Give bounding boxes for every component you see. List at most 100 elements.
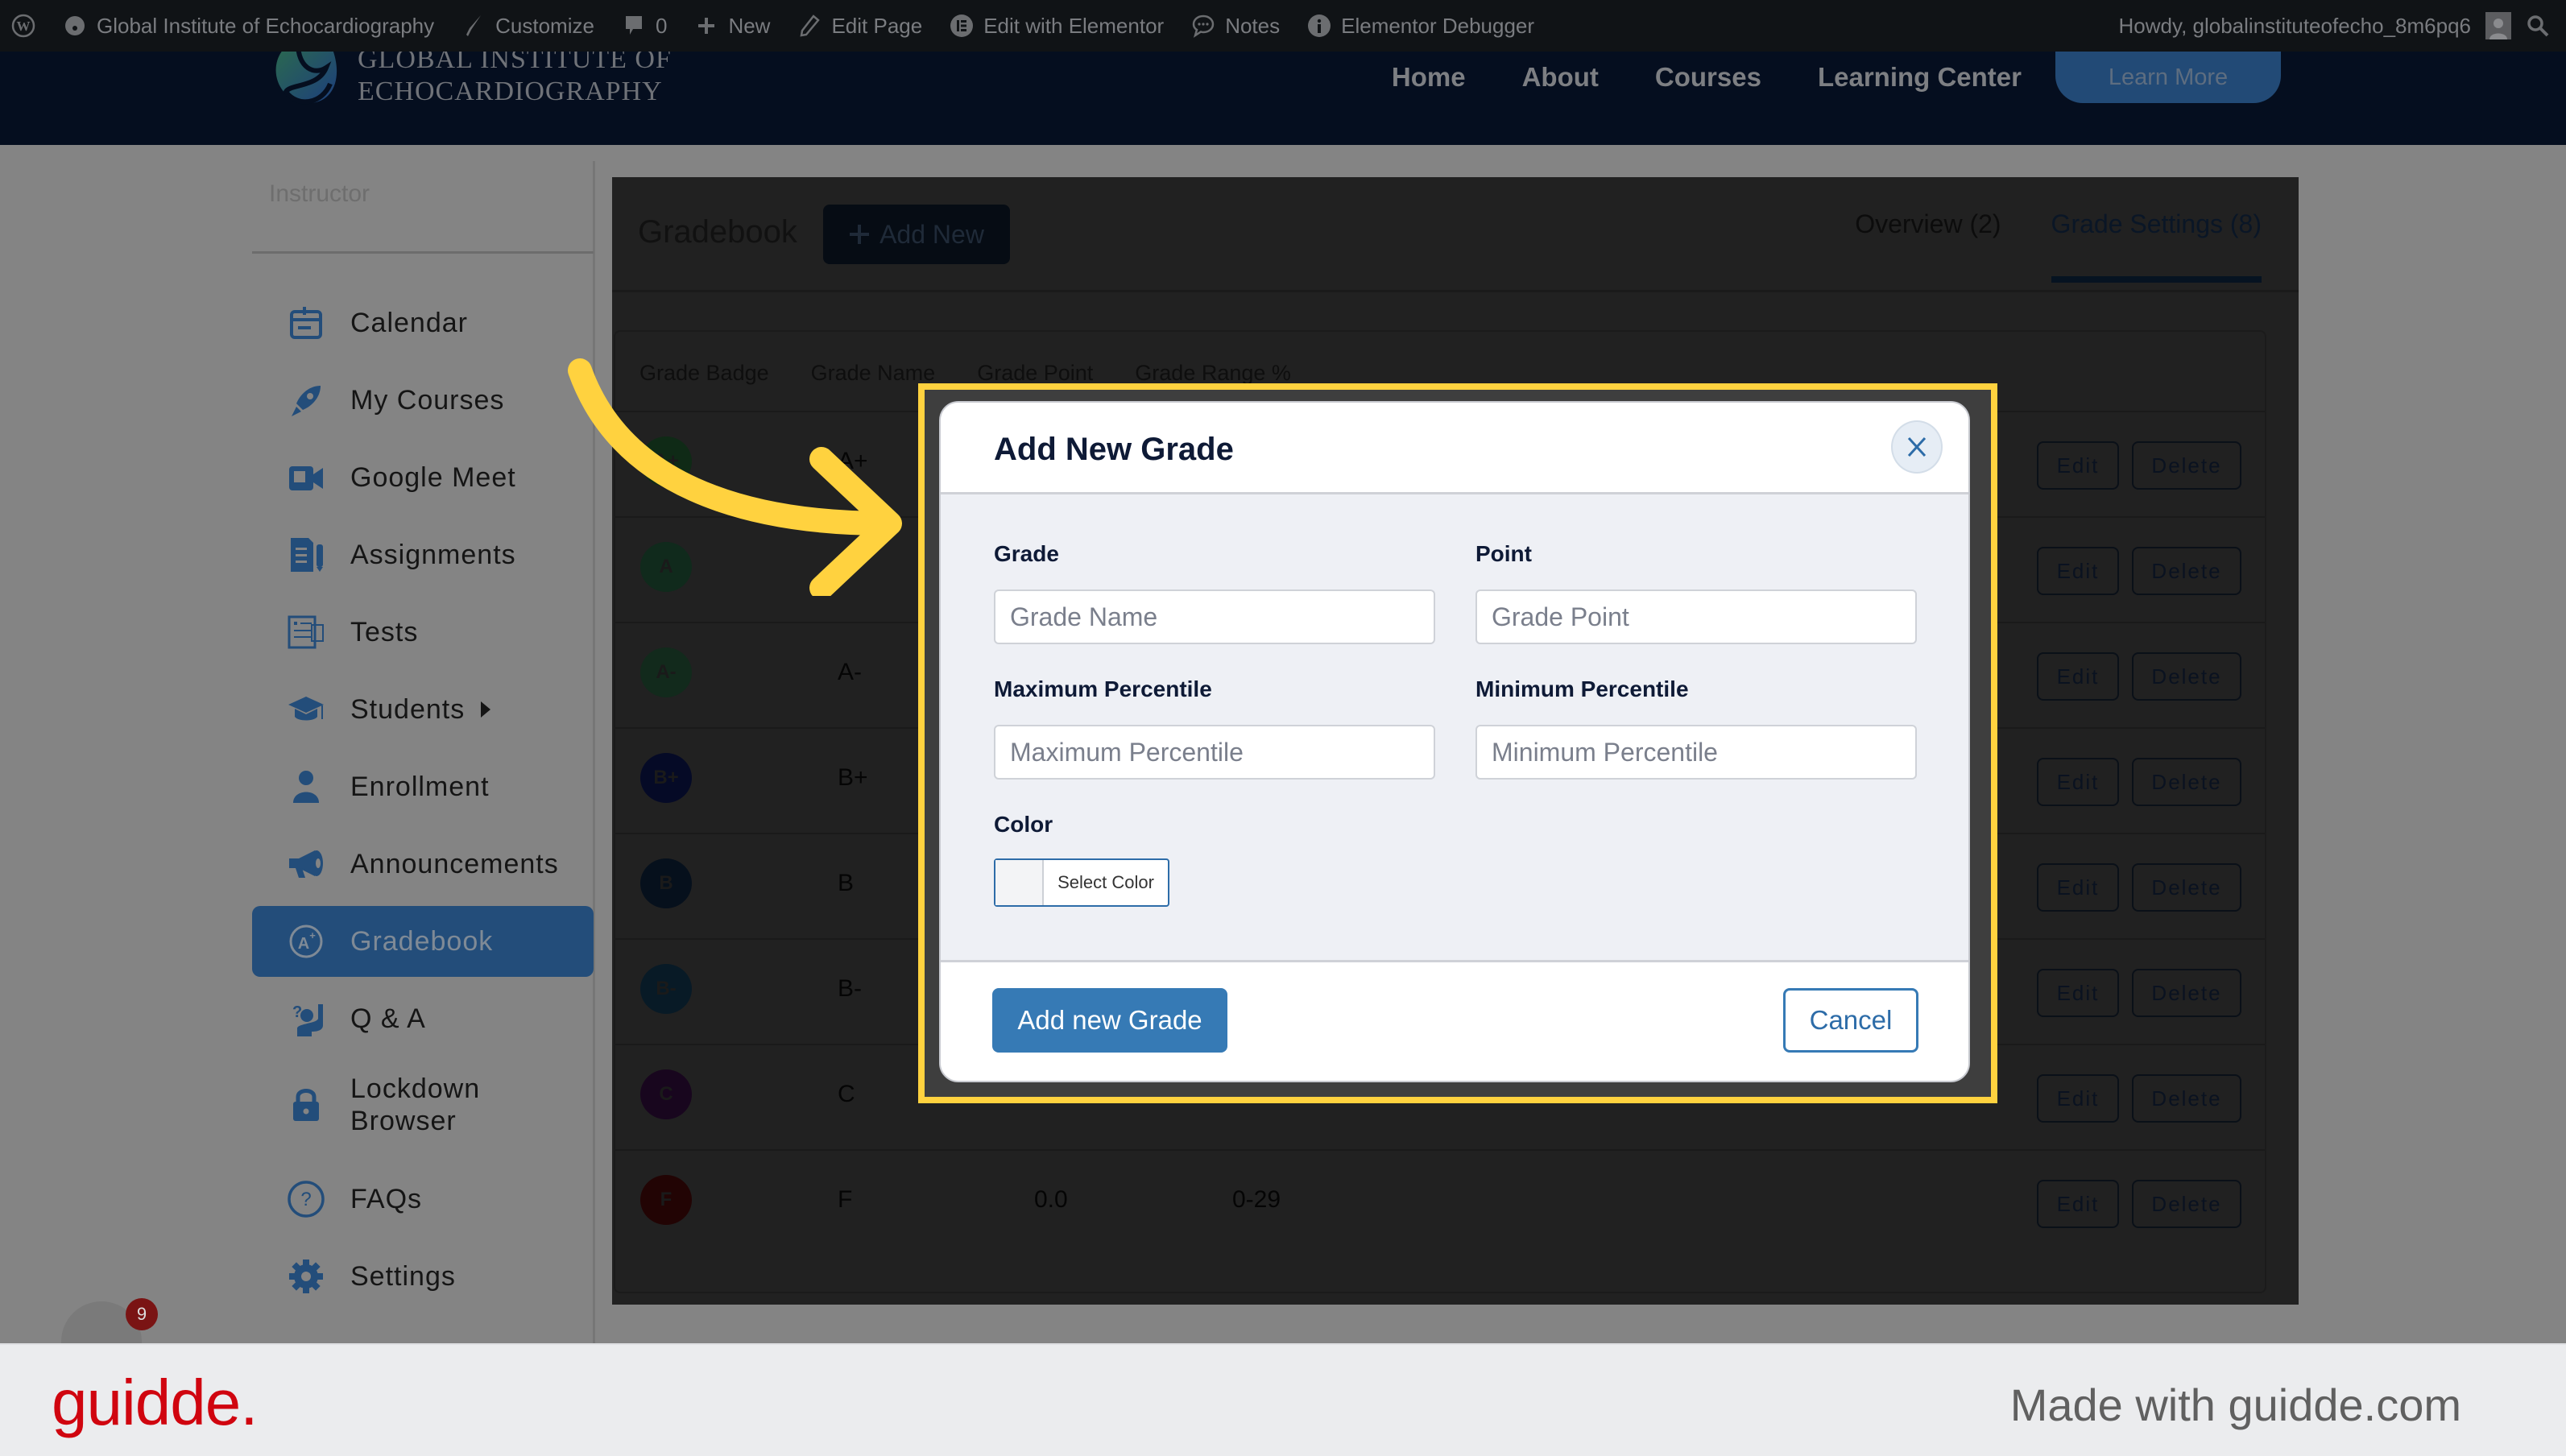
grade-name: A-	[838, 659, 862, 685]
sidebar-item-calendar[interactable]: Calendar	[252, 287, 594, 358]
panel-divider	[612, 290, 2299, 292]
edit-button[interactable]: Edit	[2037, 758, 2119, 806]
expand-caret-icon[interactable]	[481, 701, 491, 718]
add-new-button[interactable]: Add New	[823, 205, 1010, 264]
site-logo[interactable]: GLOBAL INSTITUTE OF ECHOCARDIOGRAPHY	[266, 44, 672, 116]
min-percentile-input[interactable]	[1475, 725, 1917, 780]
max-percentile-input[interactable]	[994, 725, 1435, 780]
calendar-icon	[281, 305, 331, 341]
grade-point-input[interactable]	[1475, 589, 1917, 644]
edit-elementor-link[interactable]: Edit with Elementor	[950, 14, 1164, 39]
grade-point: 0.0	[1034, 1186, 1068, 1213]
delete-button[interactable]: Delete	[2132, 969, 2241, 1017]
rocket-icon	[281, 383, 331, 418]
svg-text:?: ?	[300, 1189, 311, 1210]
col-grade-point: Grade Point	[977, 361, 1094, 385]
role-label: Instructor	[269, 180, 370, 207]
sidebar-item-enrollment[interactable]: Enrollment	[252, 751, 594, 822]
sidebar-item-tests[interactable]: Tests	[252, 597, 594, 668]
svg-text:?: ?	[292, 1003, 302, 1021]
grade-label: Grade	[994, 541, 1059, 566]
edit-button[interactable]: Edit	[2037, 1180, 2119, 1228]
info-icon	[1307, 14, 1331, 38]
close-button[interactable]	[1891, 420, 1943, 474]
elementor-debugger-link[interactable]: Elementor Debugger	[1307, 14, 1534, 39]
max-percentile-label: Maximum Percentile	[994, 676, 1212, 701]
sidebar-item-lockdown-browser[interactable]: Lockdown Browser	[252, 1061, 594, 1149]
tab-grade-settings[interactable]: Grade Settings (8)	[2051, 209, 2262, 283]
edit-page-label: Edit Page	[831, 13, 923, 38]
notes-label: Notes	[1225, 13, 1281, 38]
gradebook-tabs: Overview (2) Grade Settings (8)	[1855, 209, 2262, 283]
edit-button[interactable]: Edit	[2037, 863, 2119, 912]
dashboard-icon	[63, 14, 87, 38]
comments-link[interactable]: 0	[622, 14, 667, 39]
nav-home[interactable]: Home	[1392, 62, 1466, 93]
sidebar-item-assignments[interactable]: Assignments	[252, 519, 594, 590]
delete-button[interactable]: Delete	[2132, 441, 2241, 490]
close-icon	[1907, 436, 1927, 457]
megaphone-icon	[281, 847, 331, 881]
notes-link[interactable]: Notes	[1191, 14, 1280, 39]
search-icon[interactable]	[2526, 14, 2550, 38]
wp-logo-button[interactable]: W	[11, 14, 35, 38]
sidebar-item-my-courses[interactable]: My Courses	[252, 365, 594, 436]
grade-badge: C	[640, 1069, 692, 1119]
question-circle-icon: ?	[281, 1180, 331, 1218]
delete-button[interactable]: Delete	[2132, 1180, 2241, 1228]
grade-badge: B-	[640, 964, 692, 1014]
grade-name: F	[838, 1186, 853, 1213]
edit-button[interactable]: Edit	[2037, 547, 2119, 595]
sidebar-item-announcements[interactable]: Announcements	[252, 829, 594, 900]
sidebar-item-gradebook[interactable]: A + Gradebook	[252, 906, 594, 977]
cancel-button[interactable]: Cancel	[1783, 988, 1918, 1053]
sidebar-item-label: Settings	[350, 1261, 456, 1292]
color-picker-button[interactable]: Select Color	[994, 858, 1169, 907]
svg-text:+: +	[309, 929, 316, 941]
question-hand-icon: ?	[281, 1001, 331, 1036]
lock-icon	[281, 1087, 331, 1123]
svg-text:W: W	[17, 19, 31, 34]
grade-badge: B	[640, 858, 692, 908]
notification-badge: 9	[126, 1298, 158, 1330]
delete-button[interactable]: Delete	[2132, 652, 2241, 701]
nav-learning-center[interactable]: Learning Center	[1818, 62, 2022, 93]
user-avatar[interactable]	[2485, 12, 2511, 39]
svg-text:A: A	[298, 935, 309, 953]
nav-about[interactable]: About	[1522, 62, 1599, 93]
sidebar-item-qa[interactable]: ? Q & A	[252, 983, 594, 1054]
delete-button[interactable]: Delete	[2132, 547, 2241, 595]
grade-name-input[interactable]	[994, 589, 1435, 644]
delete-button[interactable]: Delete	[2132, 1074, 2241, 1123]
site-name-link[interactable]: Global Institute of Echocardiography	[63, 14, 434, 39]
learn-more-button[interactable]: Learn More	[2055, 52, 2281, 103]
guidde-logo: guidde.	[52, 1367, 258, 1438]
edit-button[interactable]: Edit	[2037, 969, 2119, 1017]
modal-footer: Add new Grade Cancel	[941, 960, 1968, 1081]
delete-button[interactable]: Delete	[2132, 758, 2241, 806]
grade-badge: F	[640, 1175, 692, 1225]
plus-icon	[694, 14, 718, 38]
edit-button[interactable]: Edit	[2037, 1074, 2119, 1123]
sidebar-item-google-meet[interactable]: Google Meet	[252, 442, 594, 513]
edit-button[interactable]: Edit	[2037, 652, 2119, 701]
grade-name: B+	[838, 764, 868, 791]
logo-line-2: ECHOCARDIOGRAPHY	[358, 77, 663, 106]
page-title: Gradebook	[638, 214, 797, 250]
howdy-user-link[interactable]: Howdy, globalinstituteofecho_8m6pq6	[2119, 14, 2471, 39]
plus-icon	[850, 225, 870, 244]
delete-button[interactable]: Delete	[2132, 863, 2241, 912]
new-content-link[interactable]: New	[694, 14, 770, 39]
tab-overview[interactable]: Overview (2)	[1855, 209, 2001, 283]
sidebar-item-label: Students	[350, 694, 466, 725]
sidebar-item-faqs[interactable]: ? FAQs	[252, 1164, 594, 1235]
sidebar-item-settings[interactable]: Settings	[252, 1241, 594, 1312]
customize-link[interactable]: Customize	[461, 14, 594, 39]
nav-courses[interactable]: Courses	[1655, 62, 1761, 93]
add-new-grade-button[interactable]: Add new Grade	[992, 988, 1227, 1053]
modal-title: Add New Grade	[994, 432, 1234, 467]
edit-page-link[interactable]: Edit Page	[797, 14, 922, 39]
sidebar-item-students[interactable]: Students	[252, 674, 594, 745]
edit-button[interactable]: Edit	[2037, 441, 2119, 490]
video-camera-icon	[281, 461, 331, 494]
